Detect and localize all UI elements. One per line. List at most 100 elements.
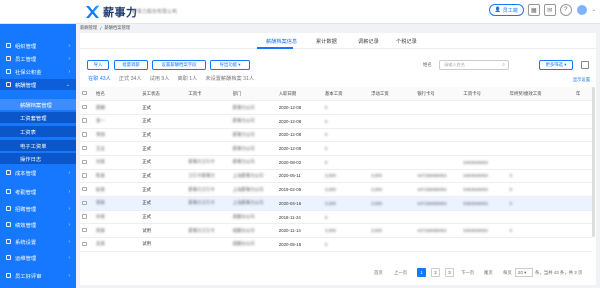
sidebar-item[interactable]: 绩效管理 › bbox=[0, 219, 76, 230]
menu-icon bbox=[6, 170, 11, 175]
row-checkbox[interactable] bbox=[82, 173, 87, 178]
search-icon[interactable]: ⌕ bbox=[502, 62, 505, 68]
sidebar-subitem[interactable]: 薪酬档案管理 bbox=[0, 99, 76, 110]
page-number[interactable]: 2 bbox=[431, 268, 440, 277]
avatar[interactable] bbox=[575, 4, 588, 16]
sidebar-item[interactable]: 系统设置 › bbox=[0, 236, 76, 247]
row-checkbox[interactable] bbox=[82, 132, 87, 137]
table-row[interactable]: 郑某 正式 薪事力工行卡 上海薪事力公司 2020-04-16 3,000 3,000 447… bbox=[80, 196, 592, 211]
column-header: 部门 bbox=[230, 87, 277, 102]
tab-0[interactable]: 薪酬档案信息 bbox=[266, 38, 297, 45]
table-row[interactable]: 薪酬 正式 薪事力公司 2020-12-08 0 bbox=[80, 100, 592, 115]
next-page-link[interactable]: 下一页 bbox=[461, 270, 474, 276]
table-cell: 成都分公司 bbox=[230, 223, 277, 239]
status-filter[interactable]: 试用 9人 bbox=[150, 75, 170, 82]
row-checkbox[interactable] bbox=[82, 159, 87, 165]
table-row[interactable]: 李四 正式 薪事力公司 2020-12-08 0 bbox=[80, 128, 592, 143]
table-cell bbox=[573, 100, 592, 115]
mail-icon[interactable]: ✉ bbox=[543, 4, 556, 16]
table-cell: 王五 bbox=[94, 141, 141, 156]
table-cell: 3,000 bbox=[322, 223, 370, 239]
sidebar-item[interactable]: 员工管理 › bbox=[0, 53, 76, 64]
table-cell bbox=[507, 210, 574, 225]
page-size-select[interactable]: 20 ▾ bbox=[515, 268, 533, 277]
chevron-icon: › bbox=[68, 221, 70, 228]
page-number[interactable]: 1 bbox=[417, 268, 426, 277]
chevron-down-icon[interactable]: ⌄ bbox=[172, 8, 176, 14]
table-row[interactable]: 张一 正式 薪事力公司 2020-12-08 0 bbox=[80, 114, 592, 129]
sidebar-item[interactable]: 运维管理 › bbox=[0, 252, 76, 263]
sidebar-subitem[interactable]: 电子工资单 bbox=[0, 140, 76, 151]
table-row[interactable]: 赵某 正式 薪事力工行卡 上海薪事力公司 2019-02-05 3,000 3,000 447… bbox=[80, 182, 592, 197]
sidebar-item[interactable]: 考勤管理 › bbox=[0, 186, 76, 197]
table-row[interactable]: 孙某 正式 成都分公司 2018-11-24 0 bbox=[80, 210, 592, 225]
status-filter[interactable]: 正式 34人 bbox=[119, 75, 142, 82]
table-row[interactable]: 周某 试用 薪事力工行卡 成都分公司 2020-11-14 3,000 3,000 44716… bbox=[80, 223, 592, 239]
calculator-icon[interactable]: ▦ bbox=[527, 4, 540, 16]
toolbar-button[interactable]: 导入 bbox=[87, 60, 109, 70]
row-checkbox[interactable] bbox=[82, 214, 87, 219]
table-cell: 0 bbox=[322, 114, 370, 129]
tab-2[interactable]: 调薪记录 bbox=[358, 38, 379, 45]
row-checkbox[interactable] bbox=[82, 200, 87, 206]
search-input[interactable]: 请输入姓名 ⌕ bbox=[439, 60, 509, 70]
sidebar-subitem[interactable]: 操作日志 bbox=[0, 153, 76, 164]
table-cell: 周某 bbox=[94, 223, 141, 239]
row-checkbox[interactable] bbox=[82, 241, 87, 247]
sidebar-item-label: 成本管理 bbox=[15, 170, 37, 177]
display-settings-link[interactable]: 显示设置 bbox=[573, 77, 590, 83]
table-cell bbox=[573, 210, 592, 225]
sidebar-item[interactable]: 员工好评审 › bbox=[0, 270, 76, 281]
row-checkbox[interactable] bbox=[82, 104, 87, 110]
table-cell: 吴某 bbox=[94, 237, 141, 252]
toolbar-button[interactable]: 导出功能 ▾ bbox=[210, 60, 250, 70]
table-row[interactable]: 刘某 正式 薪事力工行卡 薪事力公司 2020-08-02 0 5464548454 bbox=[80, 155, 592, 170]
sidebar-subitem[interactable]: 工资套管理 bbox=[0, 112, 76, 123]
page-number[interactable]: 3 bbox=[445, 268, 454, 277]
status-filter[interactable]: 在职 43人 bbox=[88, 75, 111, 82]
active-tab-indicator bbox=[257, 47, 293, 49]
tab-3[interactable]: 个税记录 bbox=[396, 38, 417, 45]
prev-page-link[interactable]: 上一页 bbox=[394, 270, 407, 276]
fullscreen-icon[interactable] bbox=[581, 61, 589, 69]
row-checkbox[interactable] bbox=[82, 186, 87, 192]
table-cell bbox=[186, 128, 231, 143]
sidebar-subitem[interactable]: 工资表 bbox=[0, 126, 76, 137]
sidebar-item[interactable]: 薪酬管理 ⌄ bbox=[0, 79, 76, 90]
table-row[interactable]: 陈某 正式 工行卡薪事力 上海薪事力公司 2020-05-11 3,000 3,000 447… bbox=[80, 169, 592, 184]
last-page-link[interactable]: 尾页 bbox=[484, 270, 493, 276]
staff-portal-button[interactable]: 👤 员工端 bbox=[488, 4, 524, 16]
company-name[interactable]: 薪事力股份有限公司 bbox=[132, 8, 177, 15]
sidebar-item[interactable]: 招聘管理 › bbox=[0, 203, 76, 214]
table-cell: 447168458454 bbox=[415, 169, 462, 184]
brand-logo[interactable]: 薪事力 bbox=[84, 4, 138, 20]
more-filter-button[interactable]: 更多筛选 ▾ bbox=[539, 60, 573, 70]
sidebar-item[interactable]: 社保公积金 › bbox=[0, 66, 76, 77]
row-checkbox[interactable] bbox=[82, 118, 87, 123]
table-cell: 成都分公司 bbox=[230, 237, 277, 252]
chevron-down-icon[interactable]: ⌄ bbox=[592, 7, 596, 13]
table-row[interactable]: 王五 正式 薪事力公司 2020-12-08 0 bbox=[80, 141, 592, 156]
table-cell bbox=[415, 100, 462, 115]
breadcrumb-home[interactable]: 薪酬管理 bbox=[80, 25, 97, 31]
status-filter[interactable]: 未设置薪酬档案 31人 bbox=[205, 75, 254, 82]
table-cell bbox=[80, 169, 95, 184]
help-icon[interactable]: ? bbox=[559, 4, 572, 16]
table-cell bbox=[415, 237, 462, 252]
select-all-checkbox[interactable] bbox=[82, 90, 87, 96]
toolbar-button[interactable]: 批量调薪 bbox=[114, 60, 148, 70]
salary-table: 姓名 员工状态 工资卡 部门 入职日期 基本工资 浮动工资 银行卡号 工资卡号 年终奖/绩效工资年… bbox=[80, 87, 592, 252]
toolbar-button[interactable]: 设置薪酬档案字段 bbox=[152, 60, 206, 70]
tab-1[interactable]: 累计数据 bbox=[316, 38, 337, 45]
table-row[interactable]: 吴某 试用 成都分公司 2020-05-15 0 bbox=[80, 237, 592, 252]
status-filter[interactable]: 离职 1人 bbox=[177, 75, 197, 82]
row-checkbox[interactable] bbox=[82, 145, 87, 151]
scrollbar[interactable] bbox=[592, 87, 595, 237]
sidebar-item[interactable]: 成本管理 › bbox=[0, 167, 76, 178]
row-checkbox[interactable] bbox=[82, 227, 87, 233]
chevron-icon: › bbox=[68, 238, 70, 245]
sidebar-item[interactable]: 组织管理 › bbox=[0, 40, 76, 51]
chevron-icon: › bbox=[68, 169, 70, 176]
first-page-link[interactable]: 首页 bbox=[374, 270, 383, 276]
table-cell: 2020-08-02 bbox=[276, 155, 323, 170]
